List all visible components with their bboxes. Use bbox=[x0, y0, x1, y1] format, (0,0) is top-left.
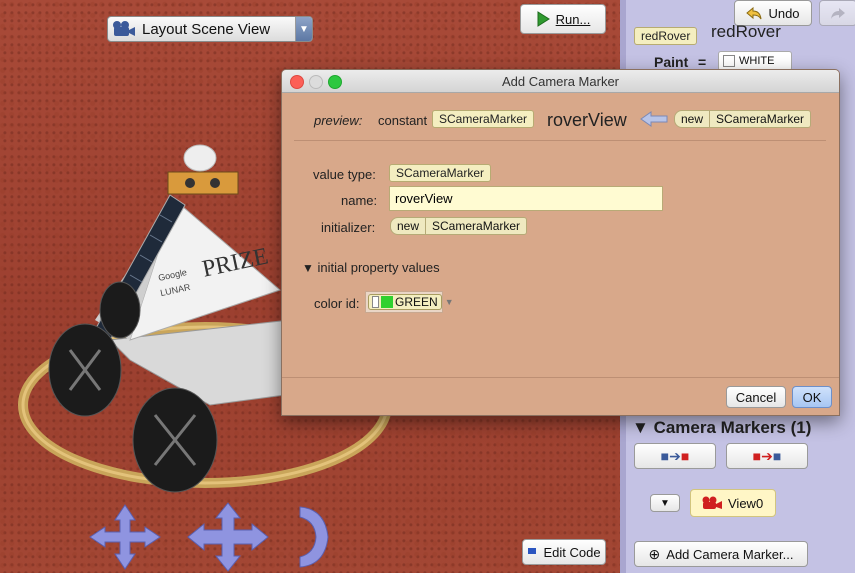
redo-button[interactable] bbox=[819, 0, 855, 26]
close-icon[interactable] bbox=[290, 75, 304, 89]
zoom-icon[interactable] bbox=[328, 75, 342, 89]
constant-label: constant bbox=[378, 113, 428, 128]
paint-value[interactable]: WHITE bbox=[718, 51, 792, 71]
add-camera-marker-dialog: Add Camera Marker preview: constant SCam… bbox=[281, 69, 840, 416]
value-type-chip: SCameraMarker bbox=[389, 164, 492, 182]
chevron-down-icon: ▼ bbox=[660, 497, 670, 509]
assign-arrow-icon bbox=[640, 111, 668, 127]
initial-props-toggle[interactable]: ▼ initial property values bbox=[302, 260, 440, 275]
green-swatch-icon bbox=[381, 296, 393, 308]
name-field[interactable] bbox=[389, 186, 663, 211]
preview-new-expr: new SCameraMarker bbox=[674, 110, 812, 128]
add-camera-marker-button[interactable]: ⊕ Add Camera Marker... bbox=[634, 541, 808, 567]
color-id-label: color id: bbox=[314, 296, 360, 311]
header-chip: redRover bbox=[634, 27, 698, 45]
header-partial-text: redRover bbox=[711, 22, 781, 41]
edit-code-button[interactable]: Edit Code bbox=[522, 539, 606, 565]
initializer-label: initializer: bbox=[321, 220, 376, 235]
marker-dropdown-button[interactable]: ▼ bbox=[650, 494, 680, 512]
color-swatch-icon bbox=[372, 296, 379, 308]
color-id-value: GREEN bbox=[368, 294, 442, 310]
paint-label: Paint bbox=[654, 54, 689, 70]
cancel-button[interactable]: Cancel bbox=[726, 386, 786, 408]
value-type-label: value type: bbox=[313, 167, 376, 182]
camera-to-marker-button[interactable]: ■➔■ bbox=[634, 443, 716, 469]
camera-to-marker-icon: ■➔■ bbox=[660, 447, 690, 464]
paint-equals: = bbox=[698, 54, 707, 70]
plus-circle-icon: ⊕ bbox=[648, 545, 661, 562]
footer-divider bbox=[282, 377, 839, 378]
redo-icon bbox=[830, 6, 846, 20]
color-id-selector[interactable]: GREEN ▼ bbox=[365, 291, 454, 313]
color-swatch-icon bbox=[723, 55, 735, 67]
preview-var-name: roverView bbox=[547, 110, 627, 130]
red-camera-icon bbox=[701, 496, 723, 510]
marker-to-camera-icon: ■➔■ bbox=[752, 447, 782, 464]
chevron-down-icon: ▼ bbox=[444, 297, 454, 307]
dialog-titlebar[interactable]: Add Camera Marker bbox=[282, 70, 839, 93]
marker-view0[interactable]: View0 bbox=[690, 489, 776, 517]
divider bbox=[294, 140, 826, 141]
undo-icon bbox=[746, 6, 762, 20]
dialog-title: Add Camera Marker bbox=[501, 73, 620, 89]
flag-icon bbox=[527, 547, 537, 557]
disclosure-triangle-icon: ▼ bbox=[302, 261, 314, 275]
marker-to-camera-button[interactable]: ■➔■ bbox=[726, 443, 808, 469]
minimize-icon bbox=[309, 75, 323, 89]
preview-label: preview: bbox=[314, 113, 363, 128]
preview-type-chip: SCameraMarker bbox=[432, 110, 535, 128]
ok-button[interactable]: OK bbox=[792, 386, 832, 408]
collapse-triangle-icon[interactable]: ▼ bbox=[632, 418, 649, 437]
name-label: name: bbox=[341, 193, 378, 208]
camera-markers-title: ▼ Camera Markers (1) bbox=[632, 418, 812, 437]
initializer-expr[interactable]: new SCameraMarker bbox=[390, 217, 528, 235]
